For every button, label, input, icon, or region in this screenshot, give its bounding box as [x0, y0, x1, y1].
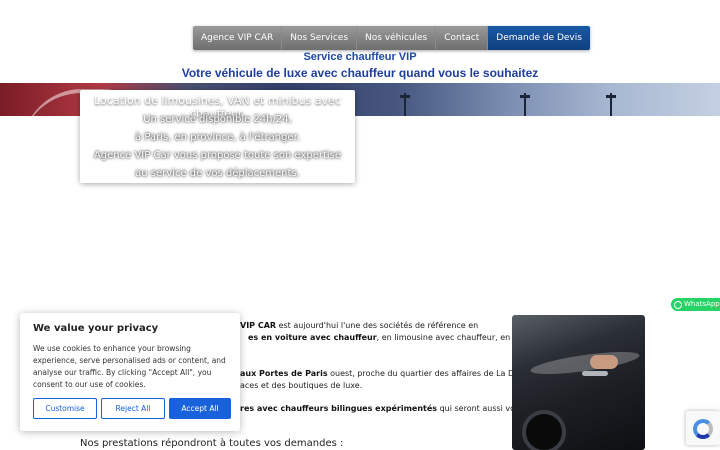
chauffeur-car-photo	[512, 315, 645, 450]
gloved-hand	[590, 355, 618, 369]
hero-line-2: à Paris, en province, à l'étranger.	[135, 132, 300, 143]
location-paragraph-line-1: aux Portes de Paris ouest, proche du qua…	[240, 368, 552, 380]
service-subtitle: Service chauffeur VIP	[303, 51, 417, 63]
recaptcha-icon	[693, 419, 713, 439]
intro-paragraph-line-1: VIP CAR est aujourd'hui l'une des sociét…	[240, 320, 478, 332]
chauffeurs-bold: res avec chauffeurs bilingues expériment…	[240, 404, 438, 413]
intro-bold-2: es en voiture avec chauffeur	[248, 333, 377, 342]
hero-line-4: au service de vos déplacements.	[135, 168, 300, 179]
lamp-head-2	[520, 95, 530, 98]
prestations-heading: Nos prestations répondront à toutes vos …	[80, 438, 344, 449]
location-bold: aux Portes de Paris	[240, 369, 328, 378]
location-paragraph-line-2: aces et des boutiques de luxe.	[240, 380, 362, 392]
reject-all-button[interactable]: Reject All	[101, 398, 165, 419]
recaptcha-badge[interactable]	[686, 411, 720, 445]
cookie-description: We use cookies to enhance your browsing …	[33, 344, 226, 389]
lamp-head-1	[400, 95, 410, 98]
company-name: VIP CAR	[240, 321, 277, 330]
page-tagline: Votre véhicule de luxe avec chauffeur qu…	[181, 66, 539, 80]
accept-all-button[interactable]: Accept All	[169, 398, 231, 419]
car-wheel	[522, 410, 566, 450]
whatsapp-button[interactable]: WhatsApp	[671, 298, 720, 311]
quote-request-button[interactable]: Demande de Devis	[488, 26, 590, 50]
nav-item-vehicules[interactable]: Nos véhicules	[357, 26, 437, 50]
cookie-actions: Customise Reject All Accept All	[33, 398, 231, 419]
intro-paragraph-line-2: es en voiture avec chauffeur, en limousi…	[248, 332, 540, 344]
cookie-title: We value your privacy	[33, 323, 159, 334]
main-nav: Agence VIP CAR Nos Services Nos véhicule…	[193, 26, 590, 50]
whatsapp-label: WhatsApp	[684, 300, 720, 308]
customise-button[interactable]: Customise	[33, 398, 97, 419]
intro-text-1: est aujourd'hui l'une des sociétés de ré…	[276, 321, 479, 330]
whatsapp-icon	[674, 300, 682, 309]
hero-line-1: Un service disponible 24h/24,	[143, 114, 292, 125]
lamp-head-3	[606, 95, 616, 98]
location-text-2: aces et des boutiques de luxe.	[240, 381, 363, 390]
hero-line-3: Agence VIP Car vous propose toute son ex…	[93, 150, 342, 161]
door-handle	[582, 371, 608, 376]
nav-item-services[interactable]: Nos Services	[282, 26, 358, 50]
cookie-consent-banner: We value your privacy We use cookies to …	[20, 313, 240, 431]
nav-item-contact[interactable]: Contact	[436, 26, 489, 50]
nav-item-agence[interactable]: Agence VIP CAR	[193, 26, 283, 50]
